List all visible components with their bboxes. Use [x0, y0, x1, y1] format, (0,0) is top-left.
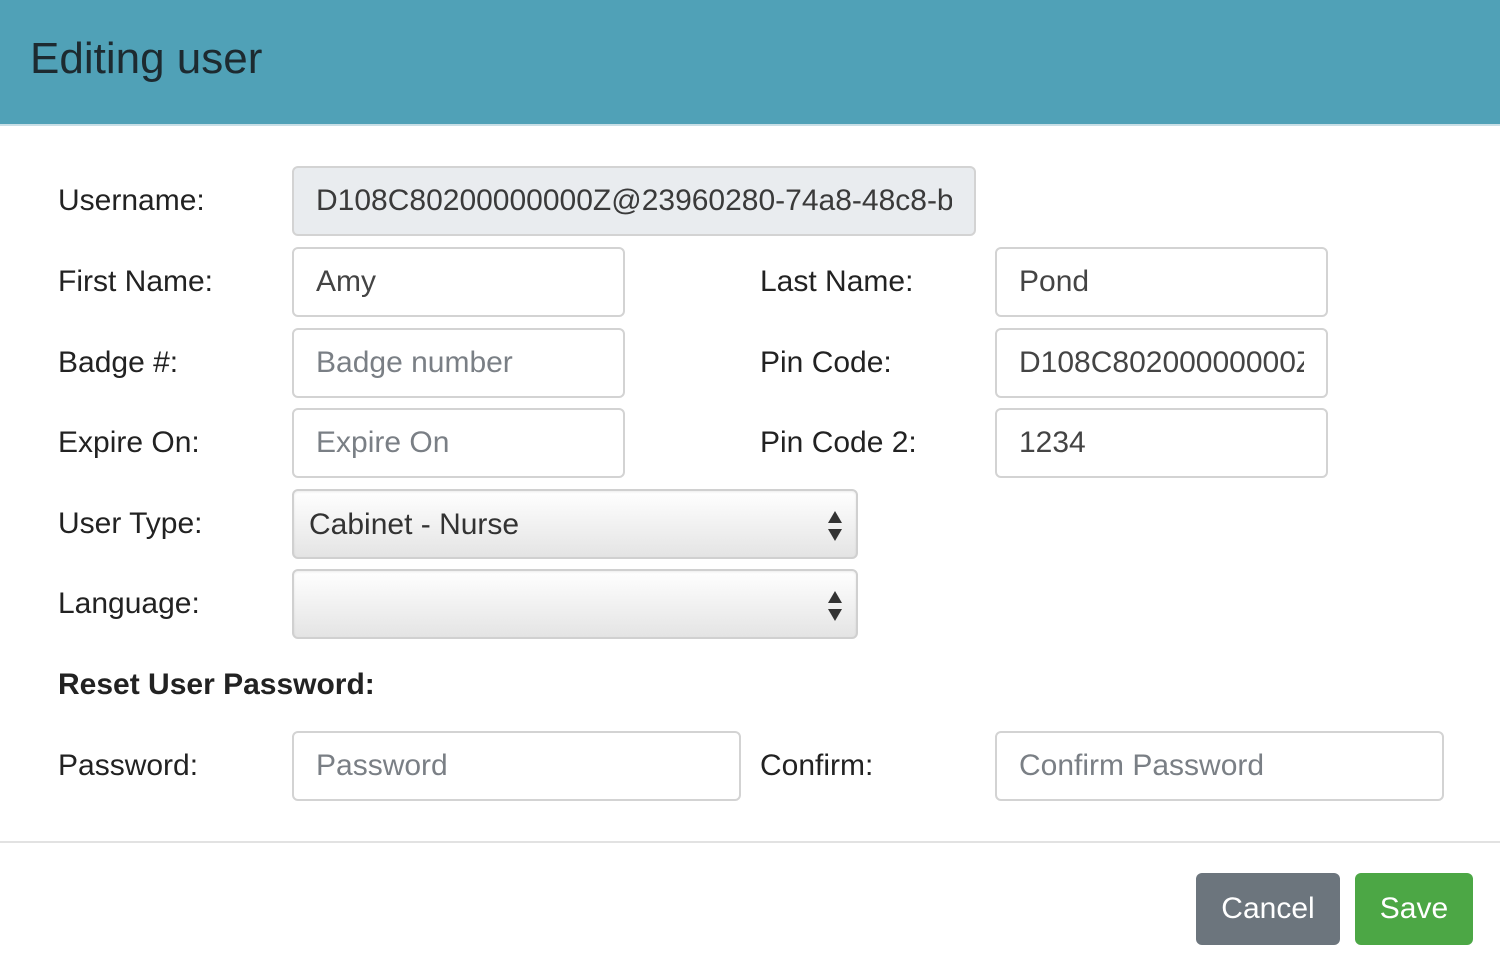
pin-code-2-field[interactable]: [995, 408, 1328, 478]
confirm-label: Confirm:: [760, 749, 874, 782]
save-button[interactable]: Save: [1355, 873, 1473, 945]
last-name-field[interactable]: [995, 247, 1328, 317]
first-name-field[interactable]: [292, 247, 625, 317]
cancel-button[interactable]: Cancel: [1196, 873, 1340, 945]
reset-password-heading: Reset User Password:: [58, 668, 375, 701]
confirm-password-field[interactable]: [995, 731, 1444, 801]
select-arrows-icon: [828, 589, 844, 623]
username-field[interactable]: [292, 166, 976, 236]
user-type-label: User Type:: [58, 507, 203, 540]
pin-code-field[interactable]: [995, 328, 1328, 398]
user-type-select[interactable]: Cabinet - Nurse: [292, 489, 858, 559]
dialog-header: Editing user: [0, 0, 1500, 126]
first-name-label: First Name:: [58, 265, 214, 298]
last-name-label: Last Name:: [760, 265, 914, 298]
dialog-title: Editing user: [30, 34, 263, 83]
badge-field[interactable]: [292, 328, 625, 398]
select-arrows-icon: [828, 509, 844, 543]
pin-code-2-label: Pin Code 2:: [760, 426, 917, 459]
language-select[interactable]: [292, 569, 858, 639]
password-field[interactable]: [292, 731, 741, 801]
username-label: Username:: [58, 184, 205, 217]
pin-code-label: Pin Code:: [760, 346, 892, 379]
footer-divider: [0, 841, 1500, 843]
password-label: Password:: [58, 749, 199, 782]
language-label: Language:: [58, 587, 200, 620]
badge-label: Badge #:: [58, 346, 179, 379]
expire-on-label: Expire On:: [58, 426, 200, 459]
user-type-selected: Cabinet - Nurse: [309, 508, 520, 541]
expire-on-field[interactable]: [292, 408, 625, 478]
